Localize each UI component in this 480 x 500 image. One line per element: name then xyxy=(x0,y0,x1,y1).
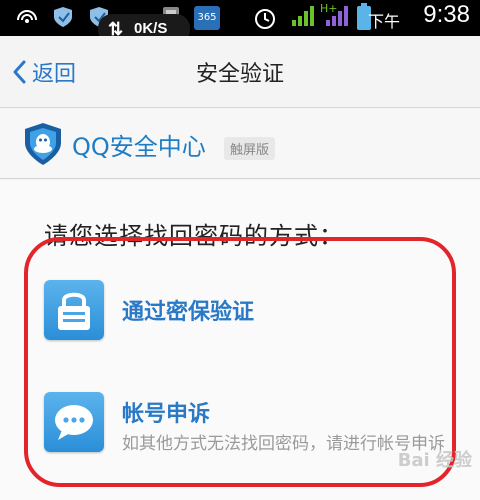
qq-security-logo-icon xyxy=(22,121,64,171)
option-title: 通过密保验证 xyxy=(122,300,255,325)
title-bar: 返回 安全验证 xyxy=(0,36,480,108)
touch-version-badge: 触屏版 xyxy=(224,137,276,160)
status-ampm: 下午 xyxy=(367,12,400,31)
page-title: 安全验证 xyxy=(195,62,284,87)
signal-strength-icon xyxy=(290,4,318,32)
recovery-method-prompt: 请您选择找回密码的方式： xyxy=(44,222,344,250)
watermark: Bai 经验 xyxy=(397,450,472,471)
data-signal-icon xyxy=(324,4,352,32)
shield-notification-icon xyxy=(50,4,76,34)
option-security-question-verify[interactable]: 通过密保验证 xyxy=(40,280,440,342)
net-speed-value: 0K/S xyxy=(134,20,168,37)
option-account-appeal[interactable]: 帐号申诉 如其他方式无法找回密码，请进行帐号申诉 xyxy=(40,392,445,482)
main-content: 请您选择找回密码的方式： 通过密保验证 帐号申诉 如其他方式无法找回密码，请进行… xyxy=(0,180,480,500)
app-365-icon: 365 xyxy=(194,6,220,30)
brand-header: QQ安全中心 触屏版 xyxy=(0,109,480,179)
alarm-clock-icon xyxy=(252,4,278,36)
status-bar: 365 H+ 下午 9:38 ⇅ 0K/S xyxy=(0,0,480,44)
wifi-signal-icon xyxy=(14,4,40,34)
brand-name: QQ安全中心 xyxy=(72,133,206,161)
chat-bubble-icon xyxy=(44,392,104,452)
lock-icon xyxy=(44,280,104,340)
status-time: 9:38 xyxy=(423,1,470,28)
option-title: 帐号申诉 xyxy=(122,402,211,427)
